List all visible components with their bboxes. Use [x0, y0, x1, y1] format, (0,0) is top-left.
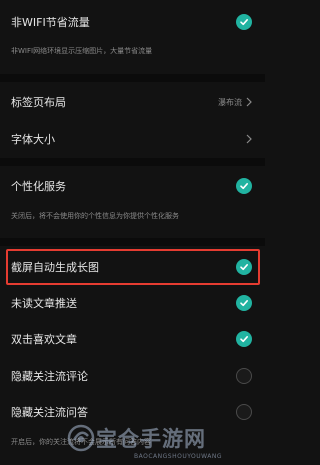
personalized-row[interactable]: 个性化服务: [0, 167, 265, 205]
tab-layout-label: 标签页布局: [11, 96, 66, 109]
tab-layout-row[interactable]: 标签页布局 瀑布流: [0, 83, 265, 121]
personalized-checkmark[interactable]: [236, 178, 252, 194]
section-divider: [0, 158, 265, 166]
double-tap-like-row[interactable]: 双击喜欢文章: [0, 320, 265, 358]
check-icon: [240, 336, 248, 343]
non-wifi-checkmark[interactable]: [236, 14, 252, 30]
highlight-box: [6, 249, 260, 285]
hide-follow-questions-checkbox[interactable]: [236, 404, 252, 420]
check-icon: [240, 19, 248, 26]
unread-push-label: 未读文章推送: [11, 297, 77, 310]
non-wifi-row[interactable]: 非WIFI节省流量: [0, 3, 265, 41]
non-wifi-note: 非WIFI网络环境显示压缩图片，大量节省流量: [11, 47, 153, 55]
section-divider: [0, 74, 265, 82]
non-wifi-label: 非WIFI节省流量: [11, 16, 90, 29]
tab-layout-value-group: 瀑布流: [218, 97, 252, 108]
double-tap-like-checkmark[interactable]: [236, 331, 252, 347]
tab-layout-value: 瀑布流: [218, 97, 242, 107]
font-size-label: 字体大小: [11, 133, 55, 146]
hide-follow-comments-checkbox[interactable]: [236, 368, 252, 384]
hide-follow-comments-label: 隐藏关注流评论: [11, 370, 88, 383]
check-icon: [240, 183, 248, 190]
chevron-right-icon: [246, 134, 252, 144]
personalized-label: 个性化服务: [11, 180, 66, 193]
hide-follow-questions-label: 隐藏关注流问答: [11, 406, 88, 419]
hide-follow-comments-row[interactable]: 隐藏关注流评论: [0, 357, 265, 395]
font-size-row[interactable]: 字体大小: [0, 120, 265, 158]
unread-push-row[interactable]: 未读文章推送: [0, 284, 265, 322]
double-tap-like-label: 双击喜欢文章: [11, 333, 77, 346]
watermark-subtext: BAOCANGSHOUYOUWANG: [134, 453, 223, 460]
section-divider: [0, 238, 265, 246]
personalized-note: 关闭后，将不会使用你的个性信息为你提供个性化服务: [11, 212, 179, 220]
hide-follow-questions-row[interactable]: 隐藏关注流问答: [0, 393, 265, 431]
hide-follow-questions-note: 开启后，你的关注流将不会展示所有问答内容: [11, 438, 151, 446]
chevron-right-icon: [246, 97, 252, 107]
unread-push-checkmark[interactable]: [236, 295, 252, 311]
check-icon: [240, 300, 248, 307]
